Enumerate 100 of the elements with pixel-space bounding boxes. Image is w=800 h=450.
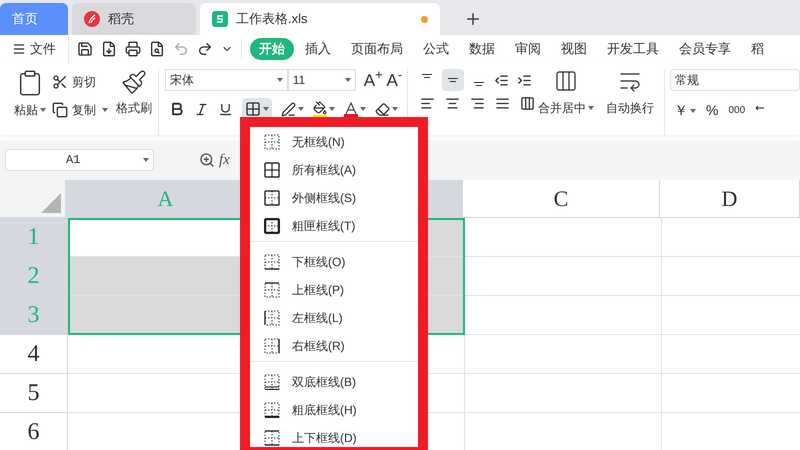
wrap-text-button[interactable]: 自动换行: [600, 69, 665, 135]
ribbon-tab[interactable]: 开发工具: [598, 38, 668, 60]
name-box[interactable]: A1: [5, 149, 154, 171]
align-right-icon[interactable]: [470, 96, 486, 111]
caret-icon: [360, 107, 366, 111]
fill-color-button[interactable]: [312, 100, 335, 118]
vertical-align-button[interactable]: [442, 69, 464, 91]
new-tab-icon[interactable]: [464, 10, 482, 28]
preview-icon[interactable]: [149, 41, 165, 57]
italic-icon[interactable]: [194, 102, 209, 116]
font-name-field[interactable]: 宋体: [164, 69, 288, 91]
window-tab[interactable]: 稻壳: [72, 3, 196, 35]
caret-icon: [298, 107, 304, 111]
caret-icon: [588, 106, 594, 110]
paintbrush-icon: [121, 69, 147, 95]
distribute-icon[interactable]: [520, 96, 536, 111]
align-left-icon[interactable]: [420, 96, 436, 111]
underline-icon[interactable]: [218, 102, 233, 116]
border-style-icon: [264, 310, 280, 326]
sheet-cell[interactable]: [465, 374, 662, 413]
row-header[interactable]: 4: [0, 335, 68, 374]
ribbon-tab[interactable]: 公式: [414, 38, 458, 60]
zoom-icon[interactable]: [199, 152, 215, 168]
indent-increase-icon[interactable]: [517, 72, 532, 88]
column-header[interactable]: C: [463, 180, 660, 218]
redo-icon[interactable]: [197, 41, 213, 57]
grid-icon: [244, 101, 261, 117]
caret-icon: [40, 108, 46, 112]
caret-icon: [392, 107, 398, 111]
copy-button[interactable]: 复制: [52, 101, 108, 119]
window-tab[interactable]: 工作表格.xls: [200, 3, 440, 35]
font-shrink-button[interactable]: A$^{-}$: [386, 72, 402, 88]
export-icon[interactable]: [101, 41, 117, 57]
cut-button[interactable]: 剪切: [52, 73, 108, 91]
scissors-icon: [52, 74, 68, 90]
caret-icon: [102, 108, 108, 112]
border-style-icon: [264, 402, 280, 418]
indent-decrease-icon[interactable]: [494, 72, 510, 88]
row-header[interactable]: 5: [0, 374, 68, 413]
function-button[interactable]: fx: [219, 148, 230, 172]
align-lines-icon: [448, 78, 458, 82]
border-menu-item[interactable]: 双底框线(B): [250, 368, 418, 396]
sheet-cell[interactable]: [465, 257, 662, 296]
docer-logo-icon: [84, 11, 100, 27]
border-style-icon: [264, 254, 280, 270]
border-menu-item[interactable]: 无框线(N): [250, 128, 418, 156]
ribbon-tab[interactable]: 数据: [460, 38, 504, 60]
align-lines-icon: [474, 82, 484, 86]
sheet-cell[interactable]: [465, 296, 662, 335]
percent-button[interactable]: %: [706, 100, 718, 121]
border-menu-item[interactable]: 上下框线(D): [250, 424, 418, 450]
thousands-button[interactable]: 000: [728, 103, 746, 118]
caret-icon: [143, 158, 149, 162]
align-lines-icon: [422, 74, 432, 78]
caret-icon: [344, 78, 351, 82]
border-style-icon: [264, 374, 280, 390]
border-menu-item[interactable]: 上框线(P): [250, 276, 418, 304]
align-justify-icon[interactable]: [495, 96, 510, 111]
merge-cells-icon: [554, 69, 578, 93]
ribbon-tab[interactable]: 视图: [552, 38, 596, 60]
font-grow-button[interactable]: A$^{+}$: [364, 72, 383, 88]
border-style-icon: [264, 338, 280, 354]
border-menu-item[interactable]: 左框线(L): [250, 304, 418, 332]
currency-button[interactable]: ￥: [674, 100, 696, 121]
border-menu-item[interactable]: 粗底框线(H): [250, 396, 418, 424]
clear-button[interactable]: [374, 102, 398, 116]
sheet-cell[interactable]: [465, 335, 662, 374]
ribbon-tab[interactable]: 插入: [296, 38, 340, 60]
ribbon-tab[interactable]: 会员专享: [670, 38, 740, 60]
border-style-icon: [264, 134, 280, 150]
save-icon[interactable]: [77, 41, 93, 57]
menu-icon: [12, 42, 26, 56]
font-color-button[interactable]: [344, 102, 366, 116]
border-style-icon: [264, 430, 280, 446]
merge-center-button[interactable]: 合并居中: [536, 69, 596, 135]
border-style-icon: [264, 162, 280, 178]
caret-icon: [690, 108, 696, 112]
spreadsheet-logo-icon: [212, 11, 228, 27]
border-menu-item[interactable]: 下框线(O): [250, 248, 418, 276]
border-menu-item[interactable]: 右框线(R): [250, 332, 418, 360]
ribbon-tab[interactable]: 页面布局: [342, 38, 412, 60]
sheet-cell[interactable]: [465, 218, 662, 257]
print-icon[interactable]: [125, 41, 141, 57]
align-center-icon[interactable]: [445, 96, 460, 111]
copy-icon: [52, 102, 68, 118]
format-painter-button[interactable]: 格式刷: [116, 69, 152, 117]
font-size-field[interactable]: 11: [288, 69, 356, 91]
column-header[interactable]: D: [660, 180, 800, 218]
cell-style-button[interactable]: [280, 102, 304, 116]
border-style-icon: [264, 190, 280, 206]
caret-icon: [276, 78, 283, 82]
corner-triangle-icon: [41, 193, 61, 213]
border-style-icon: [264, 282, 280, 298]
ribbon-tab[interactable]: 审阅: [506, 38, 550, 60]
caret-icon: [328, 107, 335, 111]
number-format-field[interactable]: 常规: [670, 69, 800, 91]
border-style-icon: [264, 218, 280, 234]
caret-icon: [262, 107, 269, 111]
ribbon-tab[interactable]: 稻: [742, 38, 773, 60]
paste-button[interactable]: 粘贴: [8, 69, 52, 119]
